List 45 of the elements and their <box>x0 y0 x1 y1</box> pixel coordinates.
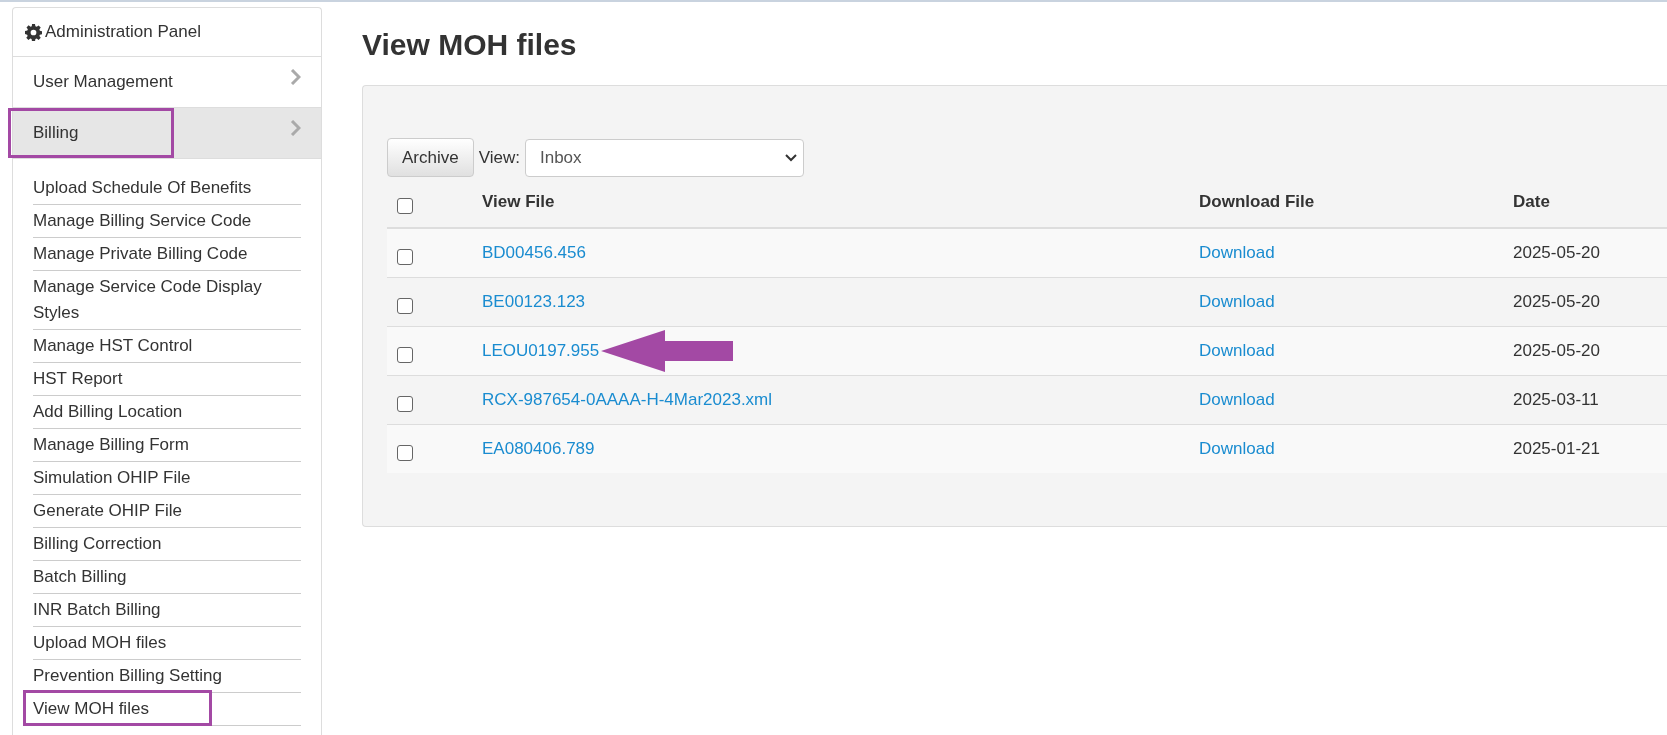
menu-link[interactable]: Billing Correction <box>33 531 283 557</box>
menu-link[interactable]: Add Billing Location <box>33 399 283 425</box>
view-select[interactable]: Inbox <box>524 138 804 177</box>
menu-link[interactable]: Manage Private Billing Code <box>33 241 283 267</box>
chevron-right-icon <box>290 69 301 85</box>
chevron-down-icon <box>784 153 797 162</box>
file-link[interactable]: BD00456.456 <box>482 243 586 263</box>
view-label: View: <box>478 147 520 168</box>
date-text: 2025-03-11 <box>1513 390 1599 409</box>
page-title: View MOH files <box>362 28 578 62</box>
date-text: 2025-05-20 <box>1513 292 1600 311</box>
menu-link[interactable]: Generate OHIP File <box>33 498 283 524</box>
download-link[interactable]: Download <box>1199 243 1275 262</box>
menu-link[interactable]: Upload Schedule Of Benefits <box>33 175 283 201</box>
row-checkbox[interactable] <box>397 346 413 363</box>
column-header: Date <box>1513 192 1550 211</box>
panel-title: Administration Panel <box>45 22 201 42</box>
menu-link[interactable]: Manage HST Control <box>33 333 283 359</box>
menu-link[interactable]: View MOH files <box>33 696 283 722</box>
menu-link[interactable]: Simulation OHIP File <box>33 465 283 491</box>
menu-link[interactable]: Manage Billing Form <box>33 432 283 458</box>
select-all-checkbox[interactable] <box>397 197 413 214</box>
date-text: 2025-05-20 <box>1513 341 1600 360</box>
row-checkbox[interactable] <box>397 297 413 314</box>
column-header: Download File <box>1199 192 1315 211</box>
archive-button[interactable]: Archive <box>387 138 474 177</box>
file-link[interactable]: EA080406.789 <box>482 439 595 459</box>
menu-link[interactable]: Prevention Billing Setting <box>33 663 283 689</box>
date-text: 2025-01-21 <box>1513 439 1600 458</box>
menu-link[interactable]: Manage Billing Service Code <box>33 208 283 234</box>
menu-link[interactable]: Batch Billing <box>33 564 283 590</box>
menu-link[interactable]: HST Report <box>33 366 283 392</box>
row-checkbox[interactable] <box>397 444 413 461</box>
date-text: 2025-05-20 <box>1513 243 1600 262</box>
file-link[interactable]: LEOU0197.955 <box>482 341 600 361</box>
chevron-right-icon <box>290 120 301 136</box>
row-checkbox[interactable] <box>397 248 413 265</box>
menu-link[interactable]: INR Batch Billing <box>33 597 283 623</box>
download-link[interactable]: Download <box>1199 341 1275 360</box>
menu-link[interactable]: Manage Service Code Display Styles <box>33 274 283 326</box>
row-checkbox[interactable] <box>397 395 413 412</box>
download-link[interactable]: Download <box>1199 439 1275 458</box>
gear-icon <box>25 23 42 41</box>
column-header: View File <box>482 192 555 211</box>
menu-link[interactable]: Upload MOH files <box>33 630 283 656</box>
